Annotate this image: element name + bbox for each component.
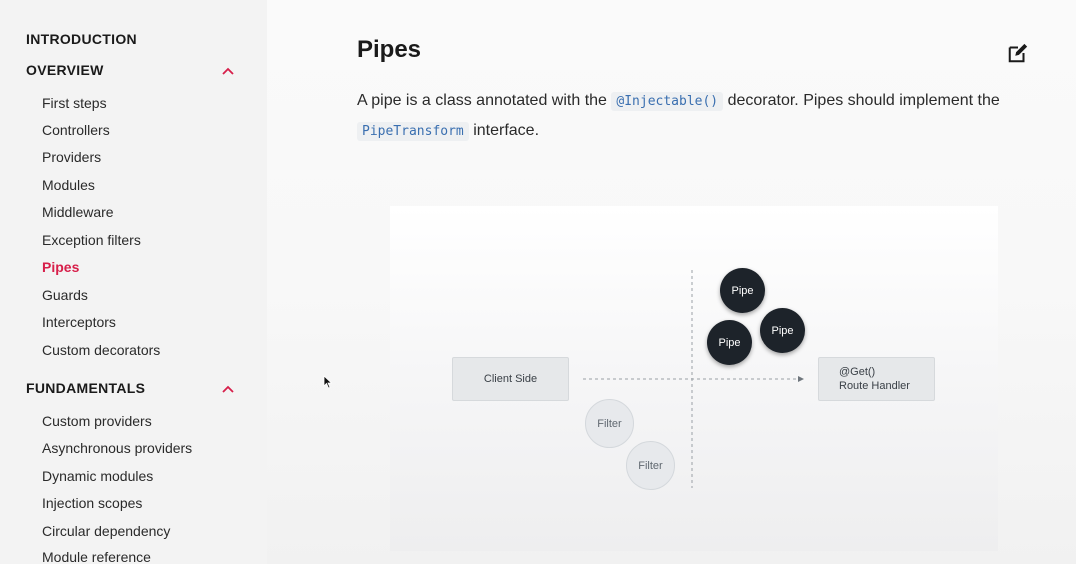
sidebar-item-controllers[interactable]: Controllers <box>42 122 110 138</box>
desc-text: decorator. Pipes should implement the <box>723 92 1000 109</box>
sidebar-item-modules[interactable]: Modules <box>42 177 95 193</box>
page-description: A pipe is a class annotated with the @In… <box>357 86 1037 146</box>
pipes-diagram: Client Side @Get() Route Handler Pipe Pi… <box>390 206 998 551</box>
code-pipetransform: PipeTransform <box>357 122 469 141</box>
edit-icon[interactable] <box>1007 42 1029 64</box>
sidebar-item-guards[interactable]: Guards <box>42 287 88 303</box>
chevron-up-icon[interactable] <box>220 382 236 398</box>
docs-page: INTRODUCTION OVERVIEW First steps Contro… <box>0 0 1076 564</box>
sidebar-item-middleware[interactable]: Middleware <box>42 204 114 220</box>
code-injectable: @Injectable() <box>611 92 724 111</box>
sidebar-item-exception-filters[interactable]: Exception filters <box>42 232 141 248</box>
client-side-label: Client Side <box>483 373 538 385</box>
sidebar: INTRODUCTION OVERVIEW First steps Contro… <box>0 0 267 564</box>
sidebar-item-pipes[interactable]: Pipes <box>42 259 79 275</box>
mouse-cursor-icon <box>323 375 333 389</box>
route-handler-decorator: @Get() <box>839 366 876 378</box>
sidebar-item-first-steps[interactable]: First steps <box>42 95 107 111</box>
sidebar-item-custom-providers[interactable]: Custom providers <box>42 413 152 429</box>
sidebar-introduction[interactable]: INTRODUCTION <box>26 31 137 47</box>
sidebar-section-overview[interactable]: OVERVIEW <box>26 62 104 78</box>
desc-text: A pipe is a class annotated with the <box>357 92 612 109</box>
pipe-node: Pipe <box>760 308 805 353</box>
sidebar-item-custom-decorators[interactable]: Custom decorators <box>42 342 160 358</box>
sidebar-item-circular-dependency[interactable]: Circular dependency <box>42 523 170 539</box>
sidebar-item-providers[interactable]: Providers <box>42 149 101 165</box>
sidebar-item-async-providers[interactable]: Asynchronous providers <box>42 440 192 456</box>
filter-node: Filter <box>585 399 634 448</box>
route-handler-box: @Get() Route Handler <box>818 357 935 401</box>
sidebar-item-injection-scopes[interactable]: Injection scopes <box>42 495 142 511</box>
filter-node: Filter <box>626 441 675 490</box>
client-side-box: Client Side <box>452 357 569 401</box>
pipe-node: Pipe <box>720 268 765 313</box>
pipe-node: Pipe <box>707 320 752 365</box>
main-content: Pipes A pipe is a class annotated with t… <box>267 0 1076 564</box>
route-handler-label: Route Handler <box>839 380 910 392</box>
sidebar-item-module-reference[interactable]: Module reference <box>42 549 151 564</box>
sidebar-item-interceptors[interactable]: Interceptors <box>42 314 116 330</box>
desc-text: interface. <box>468 122 540 139</box>
chevron-up-icon[interactable] <box>220 64 236 80</box>
sidebar-item-dynamic-modules[interactable]: Dynamic modules <box>42 468 153 484</box>
page-title: Pipes <box>357 36 422 63</box>
sidebar-section-fundamentals[interactable]: FUNDAMENTALS <box>26 380 145 396</box>
